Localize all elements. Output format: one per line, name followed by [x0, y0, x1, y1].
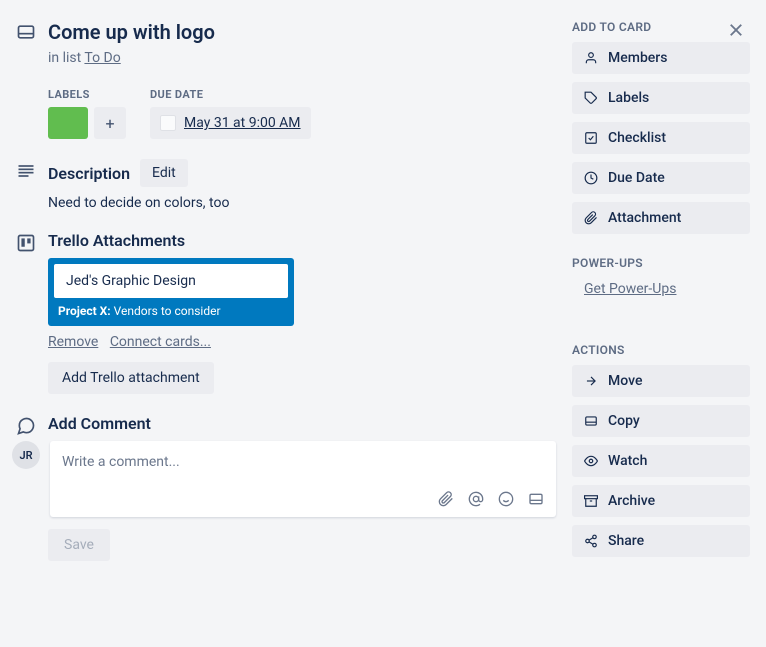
description-heading: Description [48, 164, 130, 183]
due-date-checkbox[interactable] [160, 115, 176, 131]
card-title[interactable]: Come up with logo [48, 20, 556, 44]
watch-button[interactable]: Watch [572, 445, 750, 477]
actions-heading: ACTIONS [572, 343, 750, 357]
power-ups-heading: POWER-UPS [572, 256, 750, 270]
paperclip-icon [584, 211, 598, 225]
mention-icon[interactable] [468, 491, 484, 507]
person-icon [584, 51, 598, 65]
in-list-text: in list To Do [48, 50, 556, 66]
comment-input[interactable] [62, 454, 544, 470]
attachment-icon[interactable] [438, 491, 454, 507]
due-date-button[interactable]: Due Date [572, 162, 750, 194]
due-date-chip[interactable]: May 31 at 9:00 AM [150, 107, 311, 139]
add-label-button[interactable]: + [94, 107, 126, 139]
sidebar-item-label: Attachment [608, 210, 681, 226]
attachment-card[interactable]: Jed's Graphic Design Project X: Vendors … [48, 258, 294, 326]
add-comment-heading: Add Comment [48, 414, 151, 433]
attachments-heading: Trello Attachments [48, 231, 185, 250]
labels-button[interactable]: Labels [572, 82, 750, 114]
trello-icon [16, 233, 36, 253]
sidebar-item-label: Watch [608, 453, 647, 469]
attachment-button[interactable]: Attachment [572, 202, 750, 234]
card-icon [16, 22, 36, 42]
eye-icon [584, 454, 598, 468]
copy-button[interactable]: Copy [572, 405, 750, 437]
add-trello-attachment-button[interactable]: Add Trello attachment [48, 362, 214, 394]
sidebar-item-label: Archive [608, 493, 655, 509]
sidebar-item-label: Labels [608, 90, 649, 106]
sidebar-item-label: Members [608, 50, 667, 66]
arrow-right-icon [584, 374, 598, 388]
attachment-title: Jed's Graphic Design [54, 264, 288, 298]
remove-attachment-link[interactable]: Remove [48, 334, 98, 350]
share-button[interactable]: Share [572, 525, 750, 557]
edit-description-button[interactable]: Edit [140, 159, 188, 187]
list-link[interactable]: To Do [84, 50, 120, 66]
comment-box[interactable] [50, 441, 556, 517]
user-avatar[interactable]: JR [12, 441, 40, 469]
archive-button[interactable]: Archive [572, 485, 750, 517]
in-list-prefix: in list [48, 50, 84, 66]
description-icon [16, 161, 36, 181]
save-comment-button[interactable]: Save [48, 529, 110, 561]
copy-icon [584, 414, 598, 428]
sidebar-item-label: Due Date [608, 170, 665, 186]
sidebar-item-label: Share [608, 533, 644, 549]
members-button[interactable]: Members [572, 42, 750, 74]
connect-cards-link[interactable]: Connect cards... [110, 334, 211, 350]
move-button[interactable]: Move [572, 365, 750, 397]
card-back-icon[interactable] [528, 491, 544, 507]
label-green[interactable] [48, 107, 88, 139]
sidebar-item-label: Move [608, 373, 642, 389]
checklist-icon [584, 131, 598, 145]
checklist-button[interactable]: Checklist [572, 122, 750, 154]
share-icon [584, 534, 598, 548]
description-text[interactable]: Need to decide on colors, too [48, 195, 556, 211]
attachment-subtitle: Project X: Vendors to consider [54, 304, 288, 320]
due-date-heading: DUE DATE [150, 88, 311, 101]
labels-heading: LABELS [48, 88, 126, 101]
clock-icon [584, 171, 598, 185]
sidebar-item-label: Copy [608, 413, 640, 429]
due-date-value: May 31 at 9:00 AM [184, 115, 301, 131]
get-power-ups-link[interactable]: Get Power-Ups [584, 281, 676, 297]
archive-icon [584, 494, 598, 508]
tag-icon [584, 91, 598, 105]
sidebar-item-label: Checklist [608, 130, 666, 146]
emoji-icon[interactable] [498, 491, 514, 507]
comment-icon [16, 416, 36, 436]
close-button[interactable] [722, 16, 750, 44]
